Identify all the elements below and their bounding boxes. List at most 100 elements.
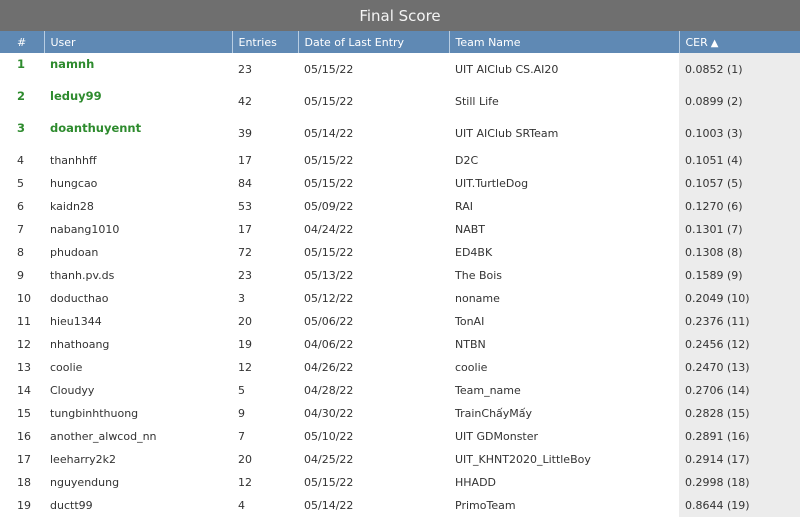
- team-cell: TonAI: [455, 315, 485, 328]
- team-cell: UIT GDMonster: [455, 430, 539, 443]
- sort-ascending-icon[interactable]: ▲: [711, 38, 719, 49]
- page-title: Final Score: [359, 6, 441, 25]
- cer-cell: 0.2998 (18): [679, 471, 800, 494]
- table-row: 14 Cloudyy 5 04/28/22 Team_name 0.2706 (14): [0, 379, 800, 402]
- date-cell: 04/30/22: [304, 407, 354, 420]
- table-row: 7 nabang1010 17 04/24/22 NABT 0.1301 (7): [0, 218, 800, 241]
- user-cell[interactable]: doducthao: [44, 287, 232, 310]
- table-row: 18 nguyendung 12 05/15/22 HHADD 0.2998 (18): [0, 471, 800, 494]
- table-row: 17 leeharry2k2 20 04/25/22 UIT_KHNT2020_Litt…: [0, 448, 800, 471]
- entries-cell: 12: [238, 361, 252, 374]
- column-header-cer[interactable]: CER ▲: [679, 31, 800, 53]
- column-header-team[interactable]: Team Name: [449, 31, 680, 53]
- team-cell: UIT.TurtleDog: [455, 177, 529, 190]
- user-cell[interactable]: namnh: [44, 53, 232, 85]
- entries-cell: 17: [238, 154, 252, 167]
- team-cell: coolie: [455, 361, 488, 374]
- table-row: 11 hieu1344 20 05/06/22 TonAI 0.2376 (11): [0, 310, 800, 333]
- rank-cell: 17: [17, 453, 31, 466]
- column-header-entries[interactable]: Entries: [232, 31, 299, 53]
- user-cell[interactable]: hungcao: [44, 172, 232, 195]
- user-cell[interactable]: kaidn28: [44, 195, 232, 218]
- team-cell: UIT_KHNT2020_LittleBoy: [455, 453, 591, 466]
- date-cell: 05/15/22: [304, 62, 354, 76]
- table-row: 1 namnh 23 05/15/22 UIT AIClub CS.AI20 0.0852…: [0, 53, 800, 85]
- team-cell: noname: [455, 292, 500, 305]
- cer-cell: 0.0852 (1): [679, 53, 800, 85]
- entries-cell: 84: [238, 177, 252, 190]
- column-header-cer-label: CER: [685, 35, 708, 49]
- user-cell[interactable]: leduy99: [44, 85, 232, 117]
- entries-cell: 17: [238, 223, 252, 236]
- team-cell: RAI: [455, 200, 473, 213]
- rank-cell: 11: [17, 315, 31, 328]
- user-cell[interactable]: nabang1010: [44, 218, 232, 241]
- date-cell: 05/15/22: [304, 476, 354, 489]
- entries-cell: 20: [238, 315, 252, 328]
- rank-cell: 18: [17, 476, 31, 489]
- date-cell: 04/28/22: [304, 384, 354, 397]
- team-cell: NABT: [455, 223, 486, 236]
- user-cell[interactable]: Cloudyy: [44, 379, 232, 402]
- rank-cell: 9: [17, 269, 24, 282]
- date-cell: 04/06/22: [304, 338, 354, 351]
- team-cell: Still Life: [455, 94, 499, 108]
- user-cell[interactable]: ductt99: [44, 494, 232, 517]
- column-header-date[interactable]: Date of Last Entry: [298, 31, 450, 53]
- team-cell: TrainChấyMấy: [455, 407, 533, 420]
- user-cell[interactable]: thanhhff: [44, 149, 232, 172]
- table-row: 19 ductt99 4 05/14/22 PrimoTeam 0.8644 (19): [0, 494, 800, 517]
- date-cell: 05/10/22: [304, 430, 354, 443]
- entries-cell: 9: [238, 407, 245, 420]
- rank-cell: 15: [17, 407, 31, 420]
- user-cell[interactable]: phudoan: [44, 241, 232, 264]
- rank-cell: 6: [17, 200, 24, 213]
- entries-cell: 23: [238, 62, 252, 76]
- user-cell[interactable]: hieu1344: [44, 310, 232, 333]
- user-cell[interactable]: another_alwcod_nn: [44, 425, 232, 448]
- table-row: 9 thanh.pv.ds 23 05/13/22 The Bois 0.1589 (9): [0, 264, 800, 287]
- user-cell[interactable]: coolie: [44, 356, 232, 379]
- date-cell: 05/15/22: [304, 177, 354, 190]
- rank-cell: 14: [17, 384, 31, 397]
- cer-cell: 0.2470 (13): [679, 356, 800, 379]
- column-header-user[interactable]: User: [44, 31, 233, 53]
- user-cell[interactable]: thanh.pv.ds: [44, 264, 232, 287]
- user-cell[interactable]: nguyendung: [44, 471, 232, 494]
- cer-cell: 0.2891 (16): [679, 425, 800, 448]
- entries-cell: 5: [238, 384, 245, 397]
- table-row: 13 coolie 12 04/26/22 coolie 0.2470 (13): [0, 356, 800, 379]
- rank-cell: 7: [17, 223, 24, 236]
- rank-cell: 10: [17, 292, 31, 305]
- table-row: 15 tungbinhthuong 9 04/30/22 TrainChấyMấy 0.2…: [0, 402, 800, 425]
- table-row: 8 phudoan 72 05/15/22 ED4BK 0.1308 (8): [0, 241, 800, 264]
- rank-cell: 5: [17, 177, 24, 190]
- entries-cell: 7: [238, 430, 245, 443]
- date-cell: 05/15/22: [304, 246, 354, 259]
- cer-cell: 0.2828 (15): [679, 402, 800, 425]
- team-cell: UIT AIClub CS.AI20: [455, 62, 559, 76]
- table-row: 6 kaidn28 53 05/09/22 RAI 0.1270 (6): [0, 195, 800, 218]
- entries-cell: 3: [238, 292, 245, 305]
- team-cell: ED4BK: [455, 246, 493, 259]
- user-cell[interactable]: tungbinhthuong: [44, 402, 232, 425]
- cer-cell: 0.0899 (2): [679, 85, 800, 117]
- user-cell[interactable]: doanthuyennt: [44, 117, 232, 149]
- column-header-rank[interactable]: #: [0, 31, 45, 53]
- cer-cell: 0.2706 (14): [679, 379, 800, 402]
- team-cell: UIT AIClub SRTeam: [455, 126, 559, 140]
- rank-cell: 4: [17, 154, 24, 167]
- user-cell[interactable]: leeharry2k2: [44, 448, 232, 471]
- rank-cell: 13: [17, 361, 31, 374]
- team-cell: D2C: [455, 154, 479, 167]
- date-cell: 05/06/22: [304, 315, 354, 328]
- date-cell: 05/14/22: [304, 499, 354, 512]
- rank-cell: 3: [17, 121, 26, 135]
- cer-cell: 0.1589 (9): [679, 264, 800, 287]
- rank-cell: 8: [17, 246, 24, 259]
- cer-cell: 0.2376 (11): [679, 310, 800, 333]
- user-cell[interactable]: nhathoang: [44, 333, 232, 356]
- rank-cell: 2: [17, 89, 26, 103]
- entries-cell: 23: [238, 269, 252, 282]
- date-cell: 04/26/22: [304, 361, 354, 374]
